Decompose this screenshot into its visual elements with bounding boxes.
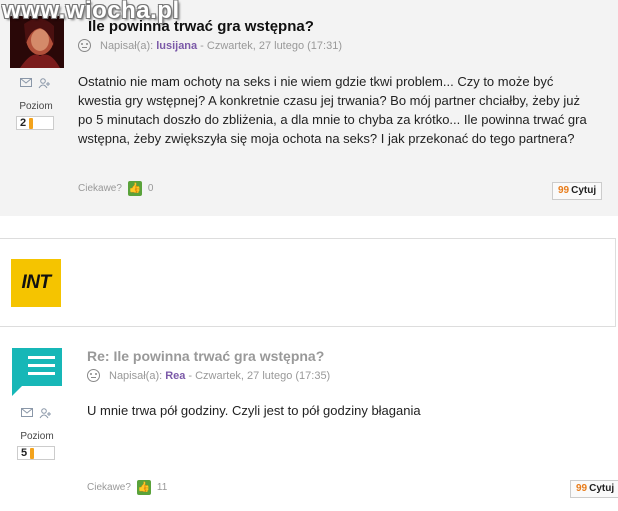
smiley-icon: [78, 39, 91, 52]
smiley-icon: [87, 369, 100, 382]
thumb-up-icon[interactable]: 👍: [127, 181, 142, 196]
ad-banner[interactable]: INT: [0, 238, 616, 327]
level-label: Poziom: [19, 101, 53, 112]
post-body: U mnie trwa pół godziny. Czyli jest to p…: [87, 403, 421, 418]
add-friend-icon[interactable]: [39, 408, 52, 422]
post-meta: Napisał(a): Rea - Czwartek, 27 lutego (1…: [87, 369, 330, 382]
quote-label: Cytuj: [571, 185, 597, 196]
ciekawe-row: Ciekawe? 👍 11: [87, 480, 167, 495]
level-bar: [29, 118, 33, 129]
ciekawe-label: Ciekawe?: [87, 482, 131, 493]
level-value: 5: [21, 447, 28, 459]
meta-prefix: Napisał(a):: [100, 39, 154, 52]
thumb-up-icon[interactable]: 👍: [136, 480, 151, 495]
quote-label: Cytuj: [589, 483, 615, 494]
post-date: - Czwartek, 27 lutego (17:31): [200, 39, 343, 52]
likes-count: 0: [147, 183, 154, 194]
quote-button[interactable]: 99 Cytuj: [552, 182, 603, 200]
envelope-icon[interactable]: [20, 78, 32, 92]
add-friend-icon[interactable]: [38, 78, 51, 92]
level-value: 2: [20, 117, 27, 129]
level-bar: [30, 448, 34, 459]
likes-count: 11: [156, 482, 168, 493]
ciekawe-label: Ciekawe?: [78, 183, 122, 194]
user-actions: [21, 408, 52, 422]
int-logo[interactable]: INT: [11, 259, 61, 307]
post-body: Ostatnio nie mam ochoty na seks i nie wi…: [78, 74, 587, 146]
user-actions: [20, 78, 51, 92]
meta-prefix: Napisał(a):: [109, 369, 163, 382]
level-label: Poziom: [20, 431, 54, 442]
post-title: Re: Ile powinna trwać gra wstępna?: [87, 348, 325, 364]
quote-icon: 99: [558, 185, 570, 196]
author-link[interactable]: Rea: [165, 370, 185, 382]
site-watermark: www.wiocha.pl: [2, 0, 180, 24]
author-link[interactable]: lusijana: [156, 40, 197, 52]
envelope-icon[interactable]: [21, 408, 33, 422]
post-date: - Czwartek, 27 lutego (17:35): [188, 369, 331, 382]
chat-bubble-icon[interactable]: [12, 348, 62, 396]
quote-icon: 99: [576, 483, 588, 494]
level-badge: 2: [16, 116, 54, 130]
ciekawe-row: Ciekawe? 👍 0: [78, 181, 153, 196]
level-badge: 5: [17, 446, 55, 460]
post-1: Poziom 2 Ile powinna trwać gra wstępna? …: [0, 0, 618, 216]
post-meta: Napisał(a): lusijana - Czwartek, 27 lute…: [78, 39, 342, 52]
quote-button[interactable]: 99 Cytuj: [570, 480, 618, 498]
